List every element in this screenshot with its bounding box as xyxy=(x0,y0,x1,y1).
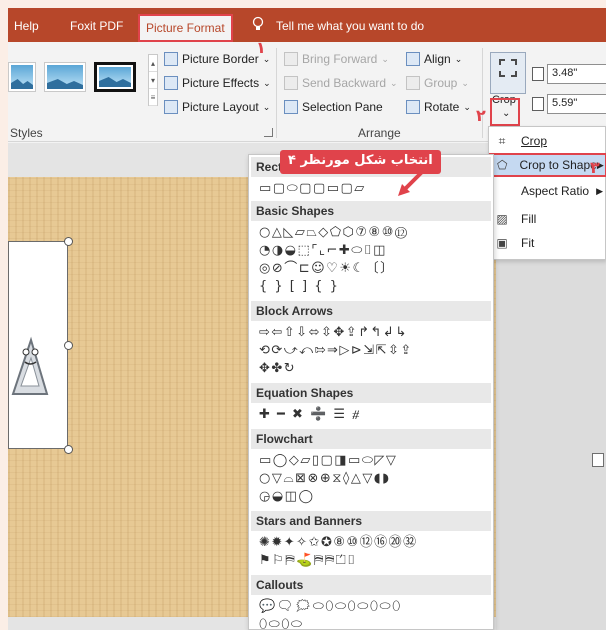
resize-handle[interactable] xyxy=(64,341,73,350)
width-icon xyxy=(532,97,544,111)
basic-shapes-header: Basic Shapes xyxy=(251,201,491,221)
flowchart-row[interactable]: ○▽⌓⊠⊗⊕⧖◊△▽◖◗ xyxy=(259,471,391,487)
callouts-row[interactable]: 💬🗨🗯⬭⬯⬭⬯⬭⬯⬭⬯ xyxy=(259,599,402,615)
crop-dropdown-arrow[interactable]: ⌄ xyxy=(490,98,520,126)
picture-effects-icon xyxy=(164,76,178,90)
shapes-gallery: Recta ▭▢⬭▢▢▭▢▱ Basic Shapes ○△◺▱⏢◇⬠⬡⑦⑧⑩⑫… xyxy=(248,154,494,630)
bring-forward-icon xyxy=(284,52,298,66)
notes-icon[interactable] xyxy=(592,453,604,467)
crop-icon xyxy=(499,59,517,77)
crop-button[interactable] xyxy=(490,52,526,94)
stars-banners-row[interactable]: ✺✹✦✧✩✪⑧⑩⑫⑯⑳㉜ xyxy=(259,535,418,551)
width-input[interactable]: 5.59" xyxy=(547,94,606,114)
ribbon-tab-bar: Help Foxit PDF Picture Format Tell me wh… xyxy=(8,8,606,42)
powerpoint-window: Help Foxit PDF Picture Format Tell me wh… xyxy=(8,8,606,630)
shape-height-row: 3.48" xyxy=(532,64,606,84)
annotation-arrow-icon xyxy=(398,168,426,196)
selection-pane-button[interactable]: Selection Pane xyxy=(284,100,383,114)
crop-to-shape-icon: ⬠ xyxy=(497,158,508,172)
callouts-header: Callouts xyxy=(251,575,491,595)
styles-dialog-launcher[interactable] xyxy=(264,128,273,137)
step-number-4: ۴ xyxy=(288,153,296,168)
selection-pane-icon xyxy=(284,100,298,114)
styles-gallery-scroll[interactable]: ▴ ▾ ≡ xyxy=(148,54,158,106)
picture-border-button[interactable]: Picture Border ⌄ xyxy=(164,52,270,66)
arrange-group-label: Arrange xyxy=(358,126,401,140)
picture-style-thumb[interactable] xyxy=(44,62,86,92)
send-backward-icon xyxy=(284,76,298,90)
fit-icon: ▣ xyxy=(496,236,508,250)
stars-banners-row[interactable]: ⚑⚐⛿⛳⛿⛿⏍⌷ xyxy=(259,553,357,569)
menu-item-aspect-ratio[interactable]: Aspect Ratio ▶ xyxy=(489,179,606,203)
basic-shapes-row[interactable]: ○△◺▱⏢◇⬠⬡⑦⑧⑩⑫ xyxy=(259,225,409,241)
menu-item-fit[interactable]: ▣ Fit xyxy=(489,231,606,255)
instruction-text: انتخاب شکل مورنظر xyxy=(300,153,433,168)
equation-shapes-row[interactable]: ✚ ━ ✖ ➗ ☰ ⧣ xyxy=(259,407,361,423)
block-arrows-row[interactable]: ✥✤↻ xyxy=(259,361,296,377)
picture-style-thumb-selected[interactable] xyxy=(94,62,136,92)
resize-handle[interactable] xyxy=(64,237,73,246)
menu-item-crop-to-shape[interactable]: ⬠ Crop to Shape ▶ xyxy=(489,153,606,177)
tell-me-search[interactable]: Tell me what you want to do xyxy=(276,19,424,33)
tab-picture-format[interactable]: Picture Format xyxy=(138,14,233,42)
align-button[interactable]: Align ⌄ xyxy=(406,52,462,66)
equation-shapes-header: Equation Shapes xyxy=(251,383,491,403)
shape-width-row: 5.59" xyxy=(532,94,606,114)
step-number-1: ۱ xyxy=(256,38,266,57)
stars-banners-header: Stars and Banners xyxy=(251,511,491,531)
flowchart-header: Flowchart xyxy=(251,429,491,449)
block-arrows-row[interactable]: ⇨⇦⇧⇩⬄⇳✥⇪↱↰↲↳ xyxy=(259,325,408,341)
picture-border-icon xyxy=(164,52,178,66)
group-button[interactable]: Group ⌄ xyxy=(406,76,469,90)
selected-picture[interactable] xyxy=(8,241,68,449)
rotate-icon xyxy=(406,100,420,114)
menu-item-crop[interactable]: ⌗ Crop xyxy=(489,129,606,153)
basic-shapes-row[interactable]: ◔◑◒⬚⌜⌞⌐✚⬭⌷◫ xyxy=(259,243,387,259)
bring-forward-button[interactable]: Bring Forward ⌄ xyxy=(284,52,389,66)
styles-group-label: Styles xyxy=(10,126,43,140)
picture-effects-button[interactable]: Picture Effects ⌄ xyxy=(164,76,271,90)
resize-handle[interactable] xyxy=(64,445,73,454)
picture-style-thumb[interactable] xyxy=(8,62,36,92)
lightbulb-icon xyxy=(252,16,264,30)
group-icon xyxy=(406,76,420,90)
callouts-row[interactable]: ⬯⬭⬯⬭ xyxy=(259,617,304,630)
height-input[interactable]: 3.48" xyxy=(547,64,606,84)
menu-item-fill[interactable]: ▨ Fill xyxy=(489,207,606,231)
rectangles-row[interactable]: ▭▢⬭▢▢▭▢▱ xyxy=(259,181,366,197)
picture-layout-button[interactable]: Picture Layout ⌄ xyxy=(164,100,270,114)
picture-layout-icon xyxy=(164,100,178,114)
send-backward-button[interactable]: Send Backward ⌄ xyxy=(284,76,398,90)
height-icon xyxy=(532,67,544,81)
basic-shapes-row[interactable]: { } [ ] { } xyxy=(259,279,339,295)
triangle-ruler-image xyxy=(11,336,49,395)
align-icon xyxy=(406,52,420,66)
fill-icon: ▨ xyxy=(496,212,508,226)
block-arrows-header: Block Arrows xyxy=(251,301,491,321)
flowchart-row[interactable]: ▭◯◇▱▯▢◨▭⬭◸▽ xyxy=(259,453,397,469)
crop-icon: ⌗ xyxy=(498,133,506,148)
crop-dropdown-menu: ⌗ Crop ⬠ Crop to Shape ▶ Aspect Ratio ▶ ▨ Fil… xyxy=(488,126,606,260)
tab-foxit-pdf[interactable]: Foxit PDF xyxy=(70,19,123,33)
step-number-3: ۳ xyxy=(590,158,600,177)
submenu-chevron-icon: ▶ xyxy=(596,185,603,196)
basic-shapes-row[interactable]: ◎⊘⌒⊏☺♡☀☾〔〕 xyxy=(259,261,395,277)
block-arrows-row[interactable]: ⟲⟳⤻⤺⇰⇒▷⊳⇲⇱⇳⇪ xyxy=(259,343,413,359)
rotate-button[interactable]: Rotate ⌄ xyxy=(406,100,471,114)
step-number-2: ۲ xyxy=(476,106,486,125)
flowchart-row[interactable]: ◶◒◫◯ xyxy=(259,489,315,505)
tab-help[interactable]: Help xyxy=(14,19,39,33)
